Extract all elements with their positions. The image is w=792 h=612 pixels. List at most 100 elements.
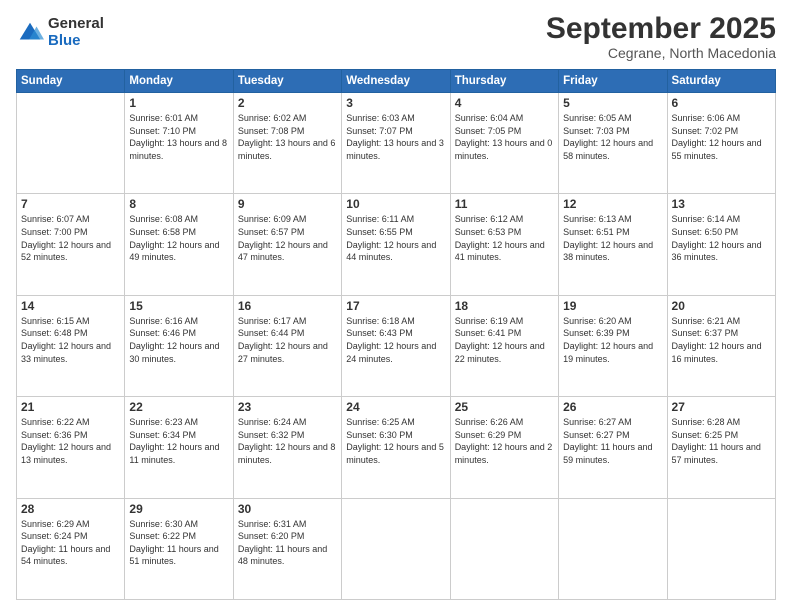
calendar-cell: 15Sunrise: 6:16 AMSunset: 6:46 PMDayligh… <box>125 295 233 396</box>
day-header-thursday: Thursday <box>450 70 558 93</box>
calendar-week-row: 21 Sunrise: 6:22 AMSunset: 6:36 PMDayligh… <box>17 397 776 498</box>
calendar-cell: 22 Sunrise: 6:23 AMSunset: 6:34 PMDayligh… <box>125 397 233 498</box>
day-number: 18 <box>455 299 554 313</box>
calendar-cell: 1Sunrise: 6:01 AMSunset: 7:10 PMDaylight… <box>125 93 233 194</box>
cell-info: Sunrise: 6:06 AMSunset: 7:02 PMDaylight:… <box>672 112 771 162</box>
day-header-monday: Monday <box>125 70 233 93</box>
calendar-cell: 18Sunrise: 6:19 AMSunset: 6:41 PMDayligh… <box>450 295 558 396</box>
day-header-friday: Friday <box>559 70 667 93</box>
day-number: 28 <box>21 502 120 516</box>
cell-info: Sunrise: 6:26 AMSunset: 6:29 PMDaylight:… <box>455 416 554 466</box>
calendar-cell: 30 Sunrise: 6:31 AMSunset: 6:20 PMDayligh… <box>233 498 341 599</box>
calendar-cell <box>559 498 667 599</box>
calendar-table: SundayMondayTuesdayWednesdayThursdayFrid… <box>16 69 776 600</box>
day-number: 24 <box>346 400 445 414</box>
calendar-cell: 19 Sunrise: 6:20 AMSunset: 6:39 PMDayligh… <box>559 295 667 396</box>
calendar-cell <box>450 498 558 599</box>
calendar-cell: 6Sunrise: 6:06 AMSunset: 7:02 PMDaylight… <box>667 93 775 194</box>
day-number: 30 <box>238 502 337 516</box>
day-number: 14 <box>21 299 120 313</box>
calendar-cell: 3 Sunrise: 6:03 AMSunset: 7:07 PMDaylight… <box>342 93 450 194</box>
day-number: 9 <box>238 197 337 211</box>
calendar-cell: 24 Sunrise: 6:25 AMSunset: 6:30 PMDayligh… <box>342 397 450 498</box>
calendar-cell: 2 Sunrise: 6:02 AMSunset: 7:08 PMDaylight… <box>233 93 341 194</box>
cell-info: Sunrise: 6:22 AMSunset: 6:36 PMDaylight:… <box>21 416 120 466</box>
calendar-header-row: SundayMondayTuesdayWednesdayThursdayFrid… <box>17 70 776 93</box>
cell-info: Sunrise: 6:17 AMSunset: 6:44 PMDaylight:… <box>238 315 337 365</box>
cell-info: Sunrise: 6:14 AMSunset: 6:50 PMDaylight:… <box>672 213 771 263</box>
calendar-week-row: 28Sunrise: 6:29 AMSunset: 6:24 PMDayligh… <box>17 498 776 599</box>
calendar-cell: 29 Sunrise: 6:30 AMSunset: 6:22 PMDayligh… <box>125 498 233 599</box>
day-header-tuesday: Tuesday <box>233 70 341 93</box>
day-number: 21 <box>21 400 120 414</box>
calendar-cell <box>17 93 125 194</box>
calendar-cell: 13 Sunrise: 6:14 AMSunset: 6:50 PMDayligh… <box>667 194 775 295</box>
day-number: 26 <box>563 400 662 414</box>
cell-info: Sunrise: 6:16 AMSunset: 6:46 PMDaylight:… <box>129 315 228 365</box>
cell-info: Sunrise: 6:31 AMSunset: 6:20 PMDaylight:… <box>238 518 337 568</box>
cell-info: Sunrise: 6:23 AMSunset: 6:34 PMDaylight:… <box>129 416 228 466</box>
logo-blue: Blue <box>48 33 104 50</box>
header: General Blue September 2025 Cegrane, Nor… <box>16 12 776 61</box>
day-number: 13 <box>672 197 771 211</box>
cell-info: Sunrise: 6:13 AMSunset: 6:51 PMDaylight:… <box>563 213 662 263</box>
page: General Blue September 2025 Cegrane, Nor… <box>0 0 792 612</box>
calendar-cell: 5 Sunrise: 6:05 AMSunset: 7:03 PMDaylight… <box>559 93 667 194</box>
cell-info: Sunrise: 6:11 AMSunset: 6:55 PMDaylight:… <box>346 213 445 263</box>
title-block: September 2025 Cegrane, North Macedonia <box>546 12 776 61</box>
day-number: 25 <box>455 400 554 414</box>
day-number: 12 <box>563 197 662 211</box>
cell-info: Sunrise: 6:07 AMSunset: 7:00 PMDaylight:… <box>21 213 120 263</box>
day-number: 22 <box>129 400 228 414</box>
calendar-cell: 16 Sunrise: 6:17 AMSunset: 6:44 PMDayligh… <box>233 295 341 396</box>
calendar-week-row: 1Sunrise: 6:01 AMSunset: 7:10 PMDaylight… <box>17 93 776 194</box>
day-number: 5 <box>563 96 662 110</box>
calendar-cell: 23 Sunrise: 6:24 AMSunset: 6:32 PMDayligh… <box>233 397 341 498</box>
cell-info: Sunrise: 6:04 AMSunset: 7:05 PMDaylight:… <box>455 112 554 162</box>
day-number: 29 <box>129 502 228 516</box>
calendar-cell <box>342 498 450 599</box>
month-title: September 2025 <box>546 12 776 45</box>
day-number: 27 <box>672 400 771 414</box>
day-number: 19 <box>563 299 662 313</box>
day-number: 2 <box>238 96 337 110</box>
cell-info: Sunrise: 6:08 AMSunset: 6:58 PMDaylight:… <box>129 213 228 263</box>
cell-info: Sunrise: 6:18 AMSunset: 6:43 PMDaylight:… <box>346 315 445 365</box>
cell-info: Sunrise: 6:24 AMSunset: 6:32 PMDaylight:… <box>238 416 337 466</box>
day-number: 16 <box>238 299 337 313</box>
cell-info: Sunrise: 6:20 AMSunset: 6:39 PMDaylight:… <box>563 315 662 365</box>
calendar-cell: 26 Sunrise: 6:27 AMSunset: 6:27 PMDayligh… <box>559 397 667 498</box>
day-number: 23 <box>238 400 337 414</box>
calendar-cell: 14 Sunrise: 6:15 AMSunset: 6:48 PMDayligh… <box>17 295 125 396</box>
calendar-cell: 11 Sunrise: 6:12 AMSunset: 6:53 PMDayligh… <box>450 194 558 295</box>
cell-info: Sunrise: 6:27 AMSunset: 6:27 PMDaylight:… <box>563 416 662 466</box>
calendar-cell: 7Sunrise: 6:07 AMSunset: 7:00 PMDaylight… <box>17 194 125 295</box>
calendar-cell: 20Sunrise: 6:21 AMSunset: 6:37 PMDayligh… <box>667 295 775 396</box>
calendar-cell: 27 Sunrise: 6:28 AMSunset: 6:25 PMDayligh… <box>667 397 775 498</box>
cell-info: Sunrise: 6:12 AMSunset: 6:53 PMDaylight:… <box>455 213 554 263</box>
cell-info: Sunrise: 6:15 AMSunset: 6:48 PMDaylight:… <box>21 315 120 365</box>
calendar-cell: 8Sunrise: 6:08 AMSunset: 6:58 PMDaylight… <box>125 194 233 295</box>
day-number: 10 <box>346 197 445 211</box>
cell-info: Sunrise: 6:05 AMSunset: 7:03 PMDaylight:… <box>563 112 662 162</box>
calendar-cell: 28Sunrise: 6:29 AMSunset: 6:24 PMDayligh… <box>17 498 125 599</box>
calendar-cell: 10 Sunrise: 6:11 AMSunset: 6:55 PMDayligh… <box>342 194 450 295</box>
calendar-cell: 4 Sunrise: 6:04 AMSunset: 7:05 PMDaylight… <box>450 93 558 194</box>
day-number: 11 <box>455 197 554 211</box>
cell-info: Sunrise: 6:02 AMSunset: 7:08 PMDaylight:… <box>238 112 337 162</box>
calendar-cell: 17Sunrise: 6:18 AMSunset: 6:43 PMDayligh… <box>342 295 450 396</box>
cell-info: Sunrise: 6:25 AMSunset: 6:30 PMDaylight:… <box>346 416 445 466</box>
day-number: 3 <box>346 96 445 110</box>
cell-info: Sunrise: 6:28 AMSunset: 6:25 PMDaylight:… <box>672 416 771 466</box>
day-number: 1 <box>129 96 228 110</box>
cell-info: Sunrise: 6:30 AMSunset: 6:22 PMDaylight:… <box>129 518 228 568</box>
calendar-cell: 9Sunrise: 6:09 AMSunset: 6:57 PMDaylight… <box>233 194 341 295</box>
calendar-week-row: 7Sunrise: 6:07 AMSunset: 7:00 PMDaylight… <box>17 194 776 295</box>
logo: General Blue <box>16 12 104 49</box>
day-header-sunday: Sunday <box>17 70 125 93</box>
day-number: 4 <box>455 96 554 110</box>
day-number: 20 <box>672 299 771 313</box>
day-header-saturday: Saturday <box>667 70 775 93</box>
cell-info: Sunrise: 6:03 AMSunset: 7:07 PMDaylight:… <box>346 112 445 162</box>
calendar-week-row: 14 Sunrise: 6:15 AMSunset: 6:48 PMDayligh… <box>17 295 776 396</box>
